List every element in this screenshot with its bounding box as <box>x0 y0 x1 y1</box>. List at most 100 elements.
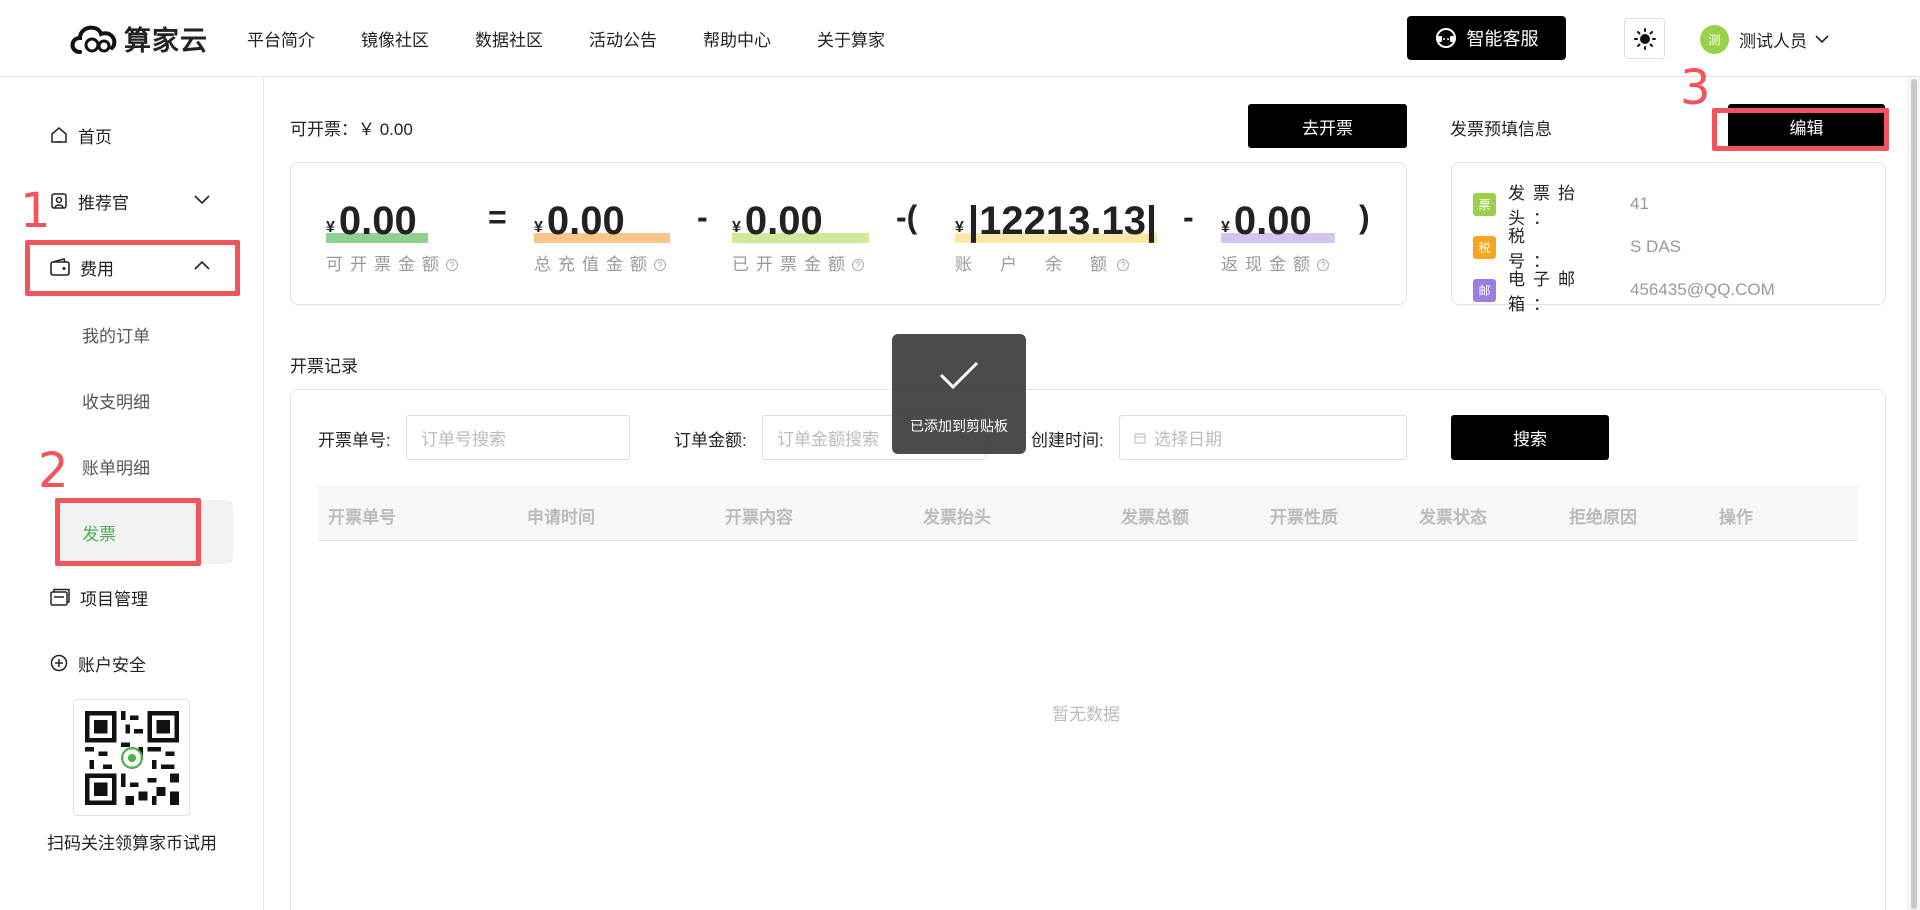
cloud-logo-icon <box>68 18 120 58</box>
sidebar-item-account-security[interactable]: 账户安全 <box>50 643 146 683</box>
metric-total-recharge: ¥0.00 总充值金额? <box>534 199 670 275</box>
currency-symbol: ¥ <box>326 219 335 236</box>
amount-summary-card: ¥0.00 可开票金额? = ¥0.00 总充值金额? - ¥0.00 已开票金… <box>290 162 1407 305</box>
invoice-records-title: 开票记录 <box>290 357 358 376</box>
help-icon[interactable]: ? <box>446 259 458 271</box>
metric-value: |12213.13| <box>967 199 1158 243</box>
operator-equals: = <box>488 199 507 235</box>
metric-label: 可开票金额 <box>326 255 446 274</box>
headset-icon <box>1435 28 1456 48</box>
records-table-header: 开票单号 申请时间 开票内容 发票抬头 发票总额 开票性质 发票状态 拒绝原因 … <box>318 486 1858 541</box>
annotation-number-1: 1 <box>20 183 51 239</box>
email-row: 邮 电子邮箱： 456435@QQ.COM <box>1473 265 1775 315</box>
empty-state-text: 暂无数据 <box>1052 705 1120 724</box>
metric-label: 总充值金额 <box>534 255 654 274</box>
sun-icon <box>1633 27 1656 50</box>
qr-code-icon <box>84 710 179 805</box>
nav-data-community[interactable]: 数据社区 <box>475 26 543 51</box>
help-icon[interactable]: ? <box>1117 259 1129 271</box>
go-invoice-button[interactable]: 去开票 <box>1248 104 1407 148</box>
invoice-row-label: 电子邮箱： <box>1508 270 1583 314</box>
calendar-icon <box>1134 432 1146 443</box>
column-header: 开票单号 <box>328 508 396 527</box>
smart-service-label: 智能客服 <box>1466 29 1539 49</box>
created-time-label: 创建时间: <box>1031 431 1104 450</box>
tax-badge-icon: 税 <box>1473 235 1496 259</box>
clipboard-toast: 已添加到剪贴板 <box>892 334 1026 454</box>
checkmark-icon <box>939 361 979 390</box>
page-root: 算家云 平台简介 镜像社区 数据社区 活动公告 帮助中心 关于算家 智能客服 测… <box>0 0 1920 910</box>
nav-about[interactable]: 关于算家 <box>817 26 885 51</box>
column-header: 发票总额 <box>1121 508 1189 527</box>
metric-cashback: ¥0.00 返现金额? <box>1221 199 1335 275</box>
metric-value: 0.00 <box>1233 199 1312 243</box>
invoice-records-card <box>290 389 1886 910</box>
chevron-down-icon[interactable] <box>194 195 210 205</box>
avatar: 测 <box>1700 24 1729 54</box>
date-placeholder: 选择日期 <box>1154 430 1222 449</box>
toast-message: 已添加到剪贴板 <box>910 418 1008 434</box>
column-header: 操作 <box>1719 508 1753 527</box>
sidebar-item-bill-details[interactable]: 账单明细 <box>82 454 150 479</box>
nav-platform-intro[interactable]: 平台简介 <box>247 26 315 51</box>
annotation-box-3 <box>1712 108 1889 151</box>
currency-symbol: ¥ <box>534 219 543 236</box>
metric-label: 账户余额 <box>955 255 1135 274</box>
date-picker-input[interactable]: 选择日期 <box>1119 415 1407 460</box>
main-nav: 平台简介 镜像社区 数据社区 活动公告 帮助中心 关于算家 <box>247 0 931 77</box>
shield-icon <box>50 654 68 672</box>
invoice-row-value: S DAS <box>1630 237 1682 256</box>
qr-caption: 扫码关注领算家币试用 <box>47 834 217 853</box>
column-header: 拒绝原因 <box>1569 508 1637 527</box>
metric-account-balance: ¥ |12213.13| 账户余额? <box>955 199 1157 275</box>
help-icon[interactable]: ? <box>654 259 666 271</box>
nav-image-community[interactable]: 镜像社区 <box>361 26 429 51</box>
sidebar-item-label: 项目管理 <box>80 589 148 609</box>
smart-service-button[interactable]: 智能客服 <box>1407 16 1566 60</box>
annotation-number-3: 3 <box>1680 60 1711 116</box>
home-icon <box>51 127 67 143</box>
nav-help-center[interactable]: 帮助中心 <box>703 26 771 51</box>
metric-label: 返现金额 <box>1221 255 1317 274</box>
order-no-label: 开票单号: <box>318 431 391 450</box>
folder-icon <box>50 588 70 606</box>
badge-icon <box>51 193 67 209</box>
invoice-prefill-card: 票 发票抬头： 41 税 税 号： S DAS 邮 电子邮箱： 456435@Q… <box>1451 162 1886 314</box>
sidebar-item-project-mgmt[interactable]: 项目管理 <box>50 577 148 617</box>
column-header: 开票内容 <box>725 508 793 527</box>
operator-minus: - <box>697 199 708 235</box>
invoice-prefill-title: 发票预填信息 <box>1450 120 1552 139</box>
scrollbar-thumb[interactable] <box>1911 79 1917 909</box>
sidebar-item-label: 账户安全 <box>78 655 146 675</box>
help-icon[interactable]: ? <box>1317 259 1329 271</box>
nav-announcements[interactable]: 活动公告 <box>589 26 657 51</box>
operator-minus: - <box>1183 199 1194 235</box>
operator-minus-paren: -( <box>896 199 918 235</box>
search-button[interactable]: 搜索 <box>1451 415 1609 460</box>
annotation-number-2: 2 <box>38 443 69 499</box>
user-name: 测试人员 <box>1739 31 1807 51</box>
annotation-box-2 <box>55 498 201 566</box>
sidebar-item-income-expense[interactable]: 收支明细 <box>82 388 150 413</box>
help-icon[interactable]: ? <box>852 259 864 271</box>
invoice-badge-icon: 票 <box>1473 192 1496 216</box>
chevron-down-icon <box>1815 35 1829 44</box>
metric-value: 0.00 <box>338 199 417 243</box>
column-header: 开票性质 <box>1270 508 1338 527</box>
sidebar-item-my-orders[interactable]: 我的订单 <box>82 322 150 347</box>
brand-logo[interactable]: 算家云 <box>68 14 208 62</box>
theme-toggle-button[interactable] <box>1624 18 1665 59</box>
sidebar-item-label: 推荐官 <box>78 193 129 213</box>
qr-code-image <box>73 699 190 816</box>
currency-symbol: ¥ <box>732 219 741 236</box>
email-badge-icon: 邮 <box>1473 278 1496 302</box>
order-no-input[interactable]: 订单号搜索 <box>406 415 630 460</box>
sidebar-item-home[interactable]: 首页 <box>50 115 112 155</box>
metric-label: 已开票金额 <box>732 255 852 274</box>
user-menu[interactable]: 测 测试人员 <box>1700 24 1829 54</box>
available-invoice-amount: 可开票：￥ 0.00 <box>290 120 413 139</box>
column-header: 申请时间 <box>527 508 595 527</box>
sidebar-item-label: 首页 <box>78 127 112 147</box>
currency-symbol: ¥ <box>1221 219 1230 236</box>
order-amount-label: 订单金额: <box>674 431 747 450</box>
